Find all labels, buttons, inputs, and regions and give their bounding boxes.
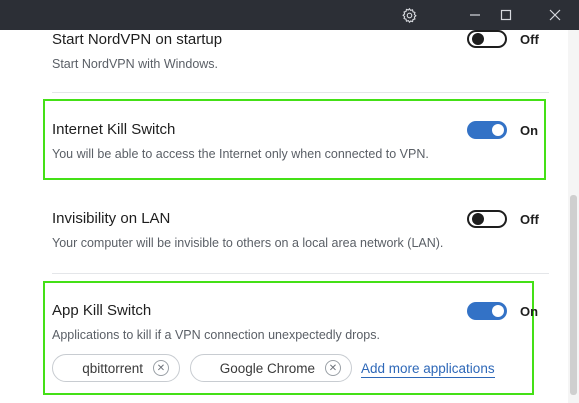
toggle-app-kill-switch[interactable]	[467, 302, 507, 320]
remove-icon[interactable]: ✕	[325, 360, 341, 376]
toggle-invisibility-lan[interactable]	[467, 210, 507, 228]
setting-app-kill-switch: App Kill Switch Applications to kill if …	[52, 302, 548, 343]
toggle-state-label: On	[520, 303, 539, 319]
setting-description: Your computer will be invisible to other…	[52, 236, 444, 250]
toggle-startup[interactable]	[467, 30, 507, 48]
add-more-applications-link[interactable]: Add more applications	[361, 361, 495, 378]
remove-icon[interactable]: ✕	[153, 360, 169, 376]
toggle-app-wrap: On	[467, 302, 548, 320]
maximize-icon[interactable]	[491, 0, 521, 30]
divider	[52, 273, 549, 274]
title-bar	[0, 0, 579, 30]
toggle-knob	[472, 213, 484, 225]
toggle-knob	[472, 33, 484, 45]
toggle-internet-wrap: On	[467, 121, 548, 139]
setting-internet-kill-switch: Internet Kill Switch You will be able to…	[52, 121, 548, 162]
toggle-knob	[492, 305, 504, 317]
setting-description: You will be able to access the Internet …	[52, 147, 429, 161]
setting-start-on-startup: Start NordVPN on startup Start NordVPN w…	[52, 30, 548, 72]
setting-description: Applications to kill if a VPN connection…	[52, 328, 380, 342]
toggle-lan-wrap: Off	[467, 210, 548, 228]
toggle-internet-kill-switch[interactable]	[467, 121, 507, 139]
app-chip-google-chrome: Google Chrome ✕	[190, 354, 352, 382]
scrollbar-thumb[interactable]	[570, 195, 577, 395]
divider	[52, 92, 549, 93]
app-chip-label: qbittorrent	[82, 360, 143, 376]
toggle-state-label: Off	[520, 211, 539, 227]
scrollbar[interactable]	[568, 30, 579, 403]
settings-panel: Start NordVPN on startup Start NordVPN w…	[0, 30, 568, 403]
setting-invisibility-lan: Invisibility on LAN Your computer will b…	[52, 210, 548, 251]
setting-description: Start NordVPN with Windows.	[52, 57, 219, 71]
toggle-knob	[492, 124, 504, 136]
toggle-startup-wrap: Off	[467, 30, 548, 48]
toggle-state-label: Off	[520, 31, 539, 47]
app-chip-label: Google Chrome	[219, 360, 315, 376]
gear-icon[interactable]	[394, 0, 424, 30]
close-icon[interactable]	[540, 0, 570, 30]
app-chip-qbittorrent: qbittorrent ✕	[52, 354, 180, 382]
toggle-state-label: On	[520, 122, 539, 138]
minimize-icon[interactable]	[460, 0, 490, 30]
